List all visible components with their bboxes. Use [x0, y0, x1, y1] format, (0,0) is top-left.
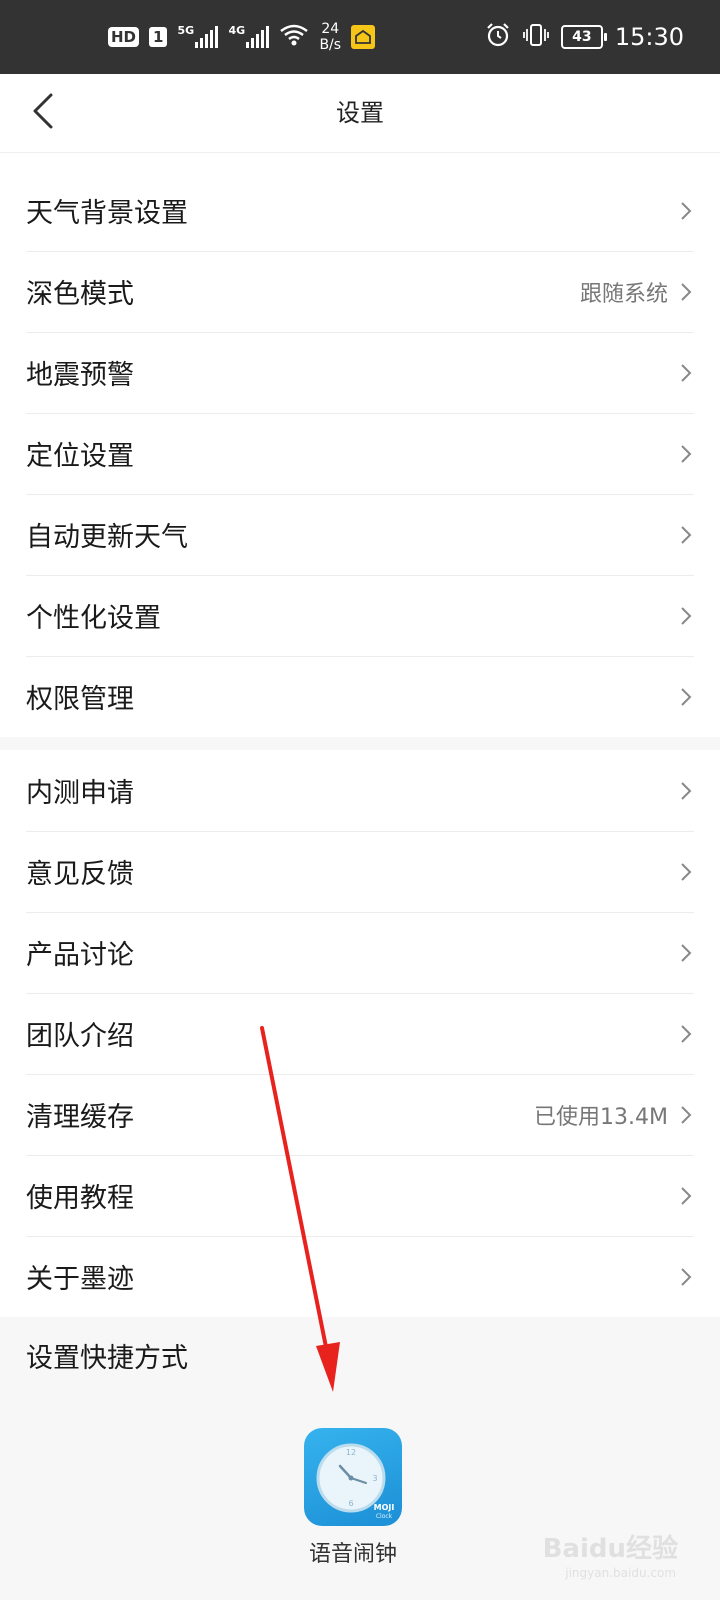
chevron-right-icon [680, 1023, 694, 1045]
settings-item-label: 团队介绍 [26, 1021, 134, 1052]
settings-item-label: 清理缓存 [26, 1102, 134, 1133]
watermark-main: Baidu经验 [542, 1534, 678, 1564]
settings-item-label: 内测申请 [26, 778, 134, 809]
app-header: 设置 [0, 74, 720, 152]
settings-item-auto-update[interactable]: 自动更新天气 [0, 494, 720, 575]
settings-item-clear-cache[interactable]: 清理缓存 已使用13.4M [0, 1074, 720, 1155]
svg-text:6: 6 [348, 1499, 353, 1508]
chevron-right-icon [680, 1266, 694, 1288]
clock-app-icon: 12 3 6 MOJI Clock [304, 1428, 402, 1526]
list-top-spacer [0, 152, 720, 171]
settings-item-dark-mode[interactable]: 深色模式 跟随系统 [0, 251, 720, 332]
settings-item-label: 深色模式 [26, 279, 134, 310]
settings-item-label: 使用教程 [26, 1183, 134, 1214]
back-button[interactable] [18, 88, 68, 138]
settings-item-label: 个性化设置 [26, 603, 161, 634]
settings-item-tutorial[interactable]: 使用教程 [0, 1155, 720, 1236]
settings-item-feedback[interactable]: 意见反馈 [0, 831, 720, 912]
svg-text:3: 3 [372, 1474, 377, 1483]
shortcut-app-label: 语音闹钟 [308, 1542, 397, 1567]
chevron-right-icon [680, 281, 694, 303]
network-speed-value: 24 [321, 21, 340, 37]
status-time: 15:30 [614, 23, 684, 51]
chevron-right-icon [680, 1185, 694, 1207]
chevron-right-icon [680, 861, 694, 883]
page-title: 设置 [336, 99, 384, 127]
settings-item-team-intro[interactable]: 团队介绍 [0, 993, 720, 1074]
shortcut-section-title: 设置快捷方式 [26, 1343, 188, 1374]
hd-badge: HD [108, 27, 140, 47]
notification-app-icon [351, 25, 376, 49]
chevron-right-icon [680, 780, 694, 802]
settings-item-label: 天气背景设置 [26, 198, 188, 229]
settings-item-label: 意见反馈 [26, 859, 134, 890]
sim-badge: 1 [149, 27, 168, 47]
settings-item-value: 跟随系统 [579, 281, 668, 307]
settings-item-value: 已使用13.4M [534, 1104, 668, 1130]
settings-item-earthquake-alert[interactable]: 地震预警 [0, 332, 720, 413]
cell-signal-icon: 5G [177, 24, 219, 48]
settings-item-label: 权限管理 [26, 684, 134, 715]
battery-icon: 43 [560, 25, 607, 49]
chevron-right-icon [680, 362, 694, 384]
settings-item-about[interactable]: 关于墨迹 [0, 1236, 720, 1317]
signal-gen-label: 5G [177, 24, 195, 37]
settings-group-2: 内测申请 意见反馈 产品讨论 团队介绍 清理缓存 已使用13.4M 使用教程 关… [0, 750, 720, 1317]
settings-item-weather-background[interactable]: 天气背景设置 [0, 170, 720, 251]
cell-signal-icon-2: 4G [228, 24, 270, 48]
settings-item-location[interactable]: 定位设置 [0, 413, 720, 494]
settings-item-label: 定位设置 [26, 441, 134, 472]
chevron-right-icon [680, 1104, 694, 1126]
vibrate-icon [522, 23, 549, 51]
settings-group-1: 天气背景设置 深色模式 跟随系统 地震预警 定位设置 自动更新天气 个性化设置 … [0, 170, 720, 737]
alarm-icon [485, 22, 511, 52]
app-brand-text: MOJI [374, 1503, 395, 1512]
network-speed-unit: B/s [319, 37, 342, 53]
network-speed: 24 B/s [319, 21, 341, 53]
baidu-watermark: Baidu经验 jingyan.baidu.com [538, 1528, 678, 1588]
watermark-sub: jingyan.baidu.com [565, 1566, 676, 1580]
svg-text:12: 12 [346, 1448, 356, 1457]
chevron-right-icon [680, 200, 694, 222]
app-brand-subtext: Clock [376, 1513, 393, 1520]
status-bar: HD 1 5G 4G 24 B/s 43 15:30 [0, 0, 720, 74]
chevron-right-icon [680, 443, 694, 465]
settings-item-permissions[interactable]: 权限管理 [0, 656, 720, 737]
settings-item-label: 地震预警 [26, 360, 134, 391]
chevron-right-icon [680, 686, 694, 708]
signal-gen-label-2: 4G [228, 24, 246, 37]
wifi-icon [279, 23, 309, 51]
shortcut-voice-alarm[interactable]: 12 3 6 MOJI Clock 语音闹钟 [303, 1428, 403, 1568]
chevron-left-icon [32, 93, 54, 133]
chevron-right-icon [680, 605, 694, 627]
settings-item-product-discussion[interactable]: 产品讨论 [0, 912, 720, 993]
settings-item-label: 关于墨迹 [26, 1264, 134, 1295]
settings-item-label: 自动更新天气 [26, 522, 188, 553]
chevron-right-icon [680, 524, 694, 546]
settings-item-label: 产品讨论 [26, 940, 134, 971]
settings-item-personalization[interactable]: 个性化设置 [0, 575, 720, 656]
chevron-right-icon [680, 942, 694, 964]
settings-item-beta-apply[interactable]: 内测申请 [0, 750, 720, 831]
